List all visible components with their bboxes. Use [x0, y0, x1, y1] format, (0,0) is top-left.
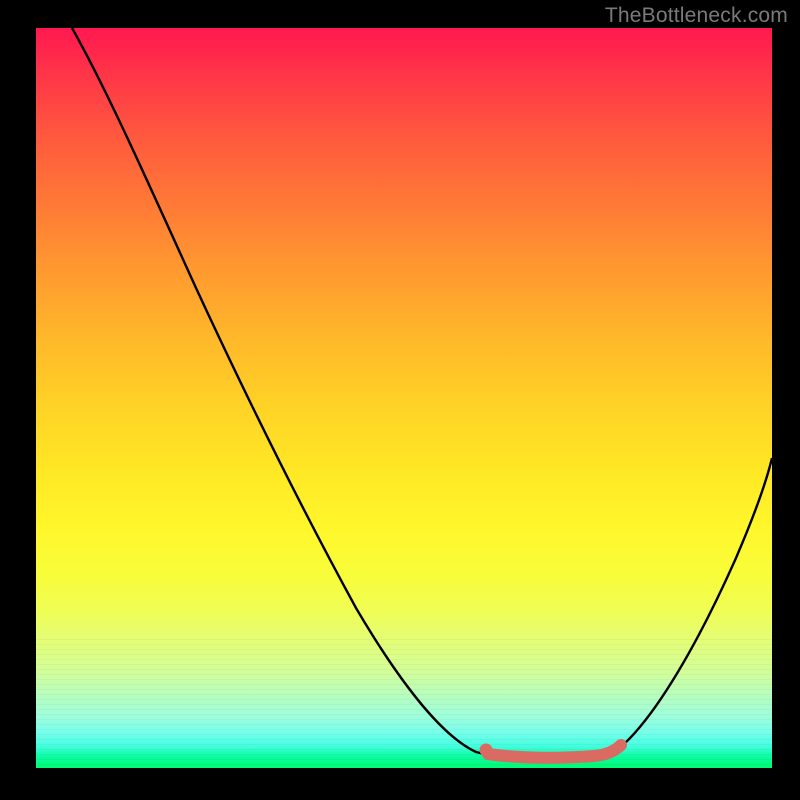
watermark-text: TheBottleneck.com	[605, 4, 788, 28]
curve-svg	[36, 28, 772, 768]
plot-area	[36, 28, 772, 768]
start-dot	[480, 744, 493, 757]
highlight-segment	[488, 745, 621, 758]
curve-group	[72, 28, 772, 758]
bottleneck-curve	[72, 28, 772, 757]
